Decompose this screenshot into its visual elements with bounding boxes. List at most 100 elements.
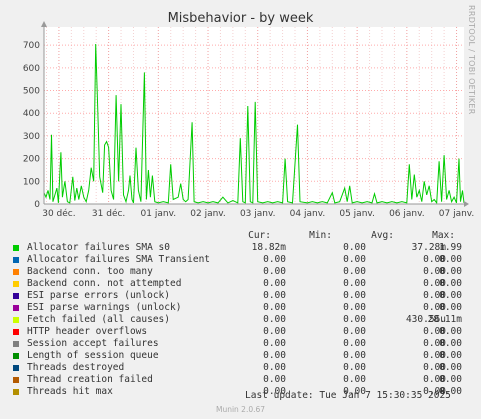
legend-series-name: Threads destroyed xyxy=(27,362,125,373)
legend-row: ESI parse errors (unlock) 0.00 0.00 0.00 0.0… xyxy=(0,290,481,302)
legend-row: Allocator failures SMA s0 18.82m 0.00 37.28… xyxy=(0,242,481,254)
plot-background xyxy=(44,27,464,204)
legend-max-value: 0.00 xyxy=(439,326,462,337)
legend-series-name: ESI parse errors (unlock) xyxy=(27,290,170,301)
legend-header: Cur: Min: Avg: Max: xyxy=(0,230,481,242)
legend-swatch xyxy=(13,341,19,347)
legend-series-name: HTTP header overflows xyxy=(27,326,148,337)
legend-swatch xyxy=(13,377,19,383)
last-update: Last update: Tue Jan 7 15:30:35 2025 xyxy=(245,390,451,401)
legend-swatch xyxy=(13,257,19,263)
x-tick-label: 30 déc. xyxy=(42,208,75,219)
legend-swatch xyxy=(13,317,19,323)
legend-swatch xyxy=(13,245,19,251)
legend-cur-value: 18.82m xyxy=(251,242,286,253)
y-tick-label: 300 xyxy=(23,132,40,142)
legend-max-value: 0.00 xyxy=(439,266,462,277)
legend-cur-value: 0.00 xyxy=(263,350,286,361)
legend-min-value: 0.00 xyxy=(343,302,366,313)
legend-min-value: 0.00 xyxy=(343,350,366,361)
legend-row: Thread creation failed 0.00 0.00 0.00 0.00 xyxy=(0,374,481,386)
legend-row: Fetch failed (all causes) 0.00 0.00 430.56u… xyxy=(0,314,481,326)
legend-series-name: Backend conn. too many xyxy=(27,266,153,277)
legend-cur-value: 0.00 xyxy=(263,326,286,337)
legend-min-value: 0.00 xyxy=(343,362,366,373)
legend-series-name: Fetch failed (all causes) xyxy=(27,314,170,325)
legend-swatch xyxy=(13,293,19,299)
legend-cur-value: 0.00 xyxy=(263,362,286,373)
legend-cur-value: 0.00 xyxy=(263,338,286,349)
legend-series-name: Allocator failures SMA Transient xyxy=(27,254,211,265)
legend-row: Allocator failures SMA Transient 0.00 0.00… xyxy=(0,254,481,266)
legend-row: Backend conn. not attempted 0.00 0.00 0.00 0… xyxy=(0,278,481,290)
legend-row: Length of session queue 0.00 0.00 0.00 0.00 xyxy=(0,350,481,362)
legend-header-min: Min: xyxy=(309,230,332,241)
y-tick-label: 700 xyxy=(23,41,40,51)
legend-min-value: 0.00 xyxy=(343,242,366,253)
y-tick-label: 0 xyxy=(34,200,40,210)
legend-max-value: 0.00 xyxy=(439,278,462,289)
legend-series-name: Allocator failures SMA s0 xyxy=(27,242,170,253)
y-axis-arrow xyxy=(41,21,47,27)
y-tick-label: 400 xyxy=(23,109,40,119)
legend-max-value: 0.00 xyxy=(439,350,462,361)
x-tick-label: 07 janv. xyxy=(439,209,475,219)
legend-min-value: 0.00 xyxy=(343,278,366,289)
y-tick-label: 100 xyxy=(23,177,40,187)
legend-swatch xyxy=(13,305,19,311)
legend-row: Session accept failures 0.00 0.00 0.00 0.00 xyxy=(0,338,481,350)
legend-swatch xyxy=(13,389,19,395)
x-tick-label: 02 janv. xyxy=(190,209,226,219)
legend-max-value: 28.11m xyxy=(427,314,462,325)
y-tick-label: 600 xyxy=(23,64,40,74)
legend-cur-value: 0.00 xyxy=(263,302,286,313)
legend-header-cur: Cur: xyxy=(248,230,271,241)
x-tick-label: 04 janv. xyxy=(290,209,326,219)
legend-row: ESI parse warnings (unlock) 0.00 0.00 0.00 0… xyxy=(0,302,481,314)
legend-swatch xyxy=(13,269,19,275)
legend-max-value: 0.00 xyxy=(439,302,462,313)
x-tick-label: 06 janv. xyxy=(389,209,425,219)
legend-cur-value: 0.00 xyxy=(263,314,286,325)
legend-header-max: Max: xyxy=(432,230,455,241)
legend-cur-value: 0.00 xyxy=(263,254,286,265)
legend-max-value: 1.99 xyxy=(439,242,462,253)
legend-min-value: 0.00 xyxy=(343,266,366,277)
legend-row: Threads destroyed 0.00 0.00 0.00 0.00 xyxy=(0,362,481,374)
legend-series-name: Backend conn. not attempted xyxy=(27,278,182,289)
legend-max-value: 0.00 xyxy=(439,254,462,265)
legend-cur-value: 0.00 xyxy=(263,374,286,385)
legend-max-value: 0.00 xyxy=(439,362,462,373)
legend-series-name: ESI parse warnings (unlock) xyxy=(27,302,182,313)
y-tick-label: 500 xyxy=(23,87,40,97)
legend-swatch xyxy=(13,365,19,371)
x-tick-label: 03 janv. xyxy=(240,209,276,219)
legend-min-value: 0.00 xyxy=(343,314,366,325)
legend-swatch xyxy=(13,281,19,287)
y-tick-label: 200 xyxy=(23,155,40,165)
legend-row: Backend conn. too many 0.00 0.00 0.00 0.00 xyxy=(0,266,481,278)
munin-version: Munin 2.0.67 xyxy=(215,405,266,414)
legend-series-name: Thread creation failed xyxy=(27,374,153,385)
chart-plot: 0 100 200 300 400 500 600 700 30 déc. 31 déc. 01 … xyxy=(23,21,475,219)
x-tick-label: 05 janv. xyxy=(339,209,375,219)
legend-max-value: 0.00 xyxy=(439,290,462,301)
legend-swatch xyxy=(13,353,19,359)
legend-series-name: Threads hit max xyxy=(27,386,113,397)
legend-min-value: 0.00 xyxy=(343,254,366,265)
x-tick-label: 01 janv. xyxy=(141,209,177,219)
legend-cur-value: 0.00 xyxy=(263,266,286,277)
legend-series-name: Session accept failures xyxy=(27,338,159,349)
x-axis-arrow xyxy=(464,201,469,207)
legend-min-value: 0.00 xyxy=(343,290,366,301)
legend-cur-value: 0.00 xyxy=(263,278,286,289)
legend: Cur: Min: Avg: Max: Allocator failures S… xyxy=(0,230,481,398)
legend-swatch xyxy=(13,329,19,335)
legend-max-value: 0.00 xyxy=(439,338,462,349)
x-tick-label: 31 déc. xyxy=(92,208,125,219)
legend-min-value: 0.00 xyxy=(343,326,366,337)
legend-header-avg: Avg: xyxy=(371,230,394,241)
legend-cur-value: 0.00 xyxy=(263,290,286,301)
legend-min-value: 0.00 xyxy=(343,338,366,349)
legend-row: HTTP header overflows 0.00 0.00 0.00 0.00 xyxy=(0,326,481,338)
